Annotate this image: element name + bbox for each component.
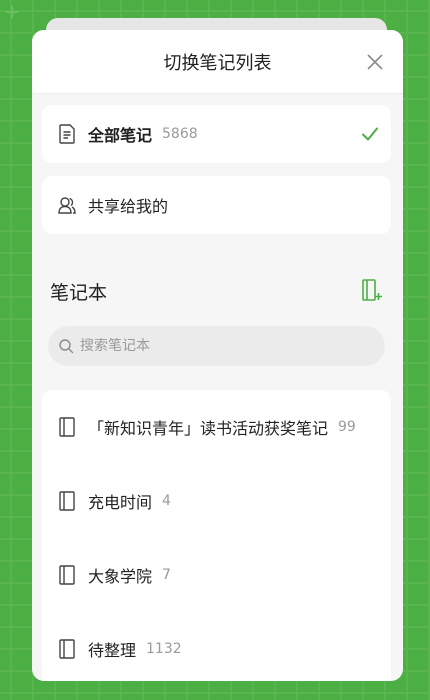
notebook-item-count: 1132 — [146, 641, 182, 657]
notebook-item-label: 大象学院 — [88, 567, 153, 586]
notebook-item-count: 99 — [338, 419, 356, 435]
close-icon[interactable] — [365, 52, 385, 72]
note-icon — [59, 124, 75, 144]
dialog-header: 切换笔记列表 — [32, 30, 403, 94]
notebook-item-count: 4 — [162, 493, 171, 509]
notebook-item[interactable]: 充电时间 4 — [42, 464, 391, 538]
check-icon — [362, 127, 378, 141]
notebook-search-box[interactable] — [48, 326, 385, 366]
notebook-item-label: 「新知识青年」读书活动获奖笔记 — [88, 419, 329, 438]
people-icon — [58, 197, 76, 214]
all-notes-count: 5868 — [162, 126, 198, 142]
switch-notes-dialog: 切换笔记列表 全部笔记 5868 共享给我的 笔记本 搜索笔记本 「新知识青年」… — [32, 30, 403, 681]
notebook-item-count: 7 — [162, 567, 171, 583]
search-icon — [59, 339, 74, 354]
notebook-list: 「新知识青年」读书活动获奖笔记 99 充电时间 4 大象学院 7 待整理 113… — [42, 390, 391, 681]
shared-with-me-item[interactable]: 共享给我的 — [42, 176, 391, 234]
notebook-icon — [59, 417, 75, 437]
dialog-title: 切换笔记列表 — [163, 52, 272, 74]
all-notes-label: 全部笔记 — [88, 126, 153, 145]
shared-with-me-label: 共享给我的 — [88, 197, 169, 216]
notebook-icon — [59, 565, 75, 585]
all-notes-item[interactable]: 全部笔记 5868 — [42, 105, 391, 163]
notebook-icon — [59, 491, 75, 511]
notebook-item[interactable]: 待整理 1132 — [42, 612, 391, 681]
notebook-icon — [59, 639, 75, 659]
notebook-item[interactable]: 大象学院 7 — [42, 538, 391, 612]
notebook-item[interactable]: 「新知识青年」读书活动获奖笔记 99 — [42, 390, 391, 464]
add-notebook-icon[interactable] — [361, 278, 383, 302]
notebook-search-input[interactable] — [80, 338, 360, 354]
notebook-item-label: 充电时间 — [88, 493, 153, 512]
notebooks-section-title: 笔记本 — [50, 282, 108, 304]
notebook-item-label: 待整理 — [88, 641, 137, 660]
